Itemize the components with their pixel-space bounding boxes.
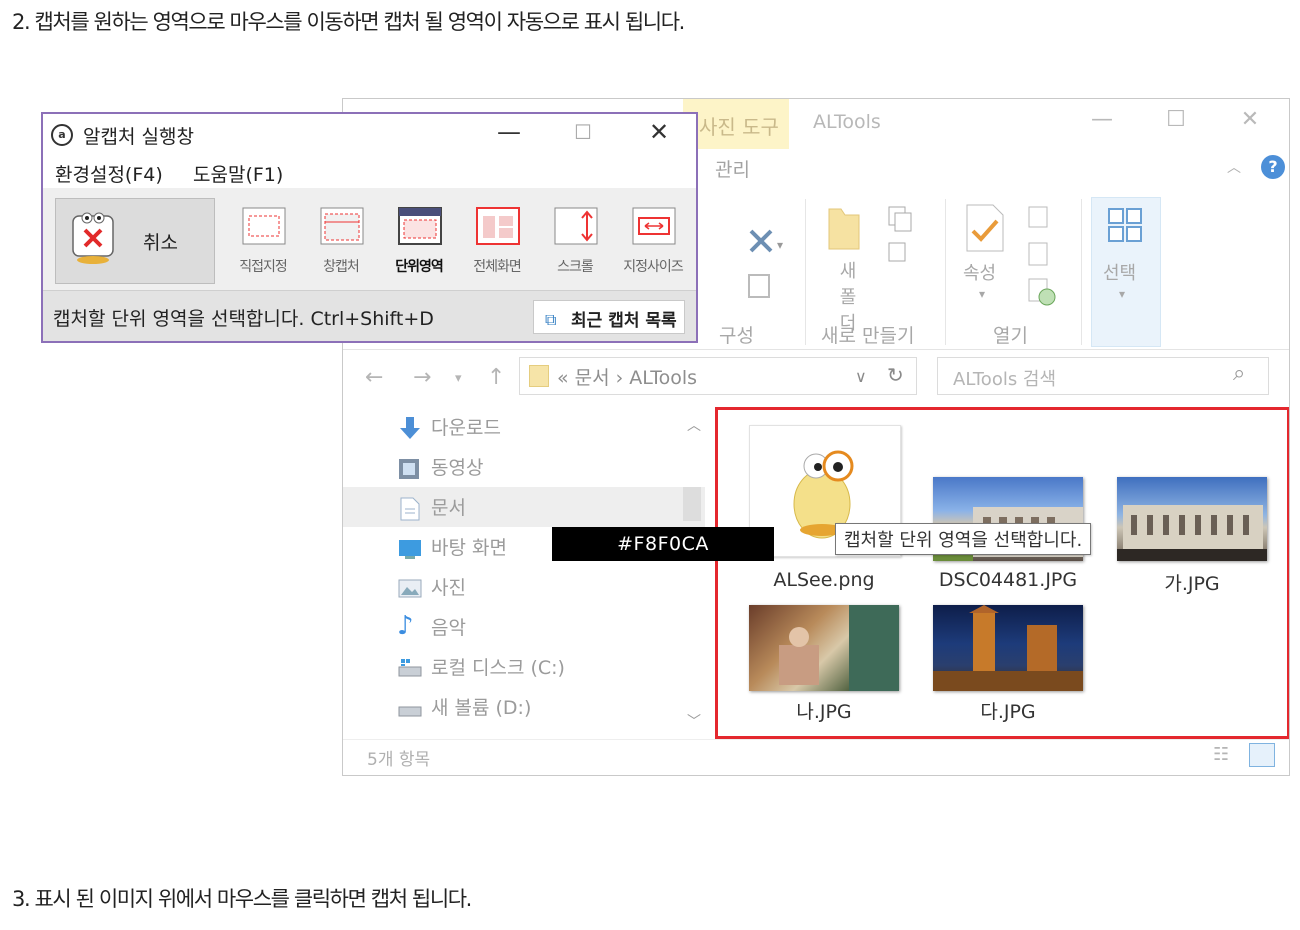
alcapture-status-text: 캡처할 단위 영역을 선택합니다. Ctrl+Shift+D xyxy=(53,308,434,330)
scroll-up-icon[interactable]: ︿ xyxy=(687,415,701,435)
volume-icon xyxy=(398,706,422,717)
nav-item-videos[interactable]: 동영상 xyxy=(431,453,483,480)
nav-item-downloads[interactable]: 다운로드 xyxy=(431,413,501,440)
mode-label-active: 단위영역 xyxy=(395,259,444,275)
ribbon-separator xyxy=(1081,199,1082,345)
select-icon[interactable] xyxy=(1107,207,1147,243)
new-folder-icon[interactable] xyxy=(823,205,863,251)
minimize-button[interactable]: — xyxy=(1087,107,1117,132)
mode-label: 창캡처 xyxy=(323,259,360,275)
forward-arrow-icon[interactable]: → xyxy=(413,365,431,390)
nav-item-local-disk[interactable]: 로컬 디스크 (C:) xyxy=(431,653,565,680)
local-disk-icon xyxy=(398,659,422,677)
recent-locations-icon[interactable]: ▾ xyxy=(455,371,462,386)
properties-dropdown-icon[interactable]: ▾ xyxy=(979,287,985,301)
maximize-button[interactable]: ☐ xyxy=(563,120,603,144)
mode-label: 스크롤 xyxy=(557,259,594,275)
search-icon[interactable]: ⌕ xyxy=(1233,361,1245,386)
help-icon[interactable]: ? xyxy=(1261,155,1285,179)
capture-tooltip: 캡처할 단위 영역을 선택합니다. xyxy=(835,523,1092,555)
ribbon-separator xyxy=(805,199,806,345)
folder-icon xyxy=(529,365,549,387)
nav-item-desktop[interactable]: 바탕 화면 xyxy=(431,533,507,560)
open-icons[interactable] xyxy=(1025,203,1061,311)
back-arrow-icon[interactable]: ← xyxy=(365,365,383,390)
scroll-capture-icon xyxy=(554,207,598,245)
mode-label: 전체화면 xyxy=(473,259,522,275)
new-item-icon[interactable] xyxy=(883,203,933,269)
pictures-icon xyxy=(398,579,422,598)
mode-full-screen[interactable]: 전체화면 xyxy=(461,204,533,284)
mode-unit-region[interactable]: 단위영역 xyxy=(383,204,455,284)
color-value-label: #F8F0CA xyxy=(552,527,774,561)
large-icons-view-icon[interactable] xyxy=(1249,743,1275,767)
video-icon xyxy=(399,459,419,479)
group-organize-label: 구성 xyxy=(719,325,754,347)
alcapture-title: 알캡처 실행창 xyxy=(83,126,194,148)
select-dropdown-icon[interactable]: ▾ xyxy=(1119,287,1125,301)
ribbon-separator xyxy=(945,199,946,345)
mode-label: 직접지정 xyxy=(239,259,288,275)
group-open-label: 열기 xyxy=(993,325,1028,347)
fixed-size-icon xyxy=(632,207,676,245)
mode-window-capture[interactable]: 창캡처 xyxy=(305,204,377,284)
svg-text:▾: ▾ xyxy=(777,238,783,252)
nav-item-new-volume[interactable]: 새 볼륨 (D:) xyxy=(431,693,531,720)
scroll-down-icon[interactable]: ﹀ xyxy=(687,711,701,731)
recent-captures-icon: ⧉ xyxy=(545,310,557,329)
maximize-button[interactable]: ☐ xyxy=(1161,107,1191,132)
mode-label: 지정사이즈 xyxy=(623,259,683,275)
ribbon-collapse-icon[interactable]: ︿ xyxy=(1227,157,1241,177)
delete-icon[interactable]: ▾ xyxy=(715,219,795,299)
direct-select-icon xyxy=(242,207,286,245)
item-count: 5개 항목 xyxy=(367,750,431,770)
close-button[interactable]: ✕ xyxy=(1235,107,1265,132)
breadcrumb[interactable]: « 문서 › ALTools xyxy=(557,363,697,390)
capture-region-highlight xyxy=(715,407,1289,739)
menu-settings[interactable]: 환경설정(F4) xyxy=(55,160,163,187)
download-icon xyxy=(400,417,420,439)
mode-scroll[interactable]: 스크롤 xyxy=(539,204,611,284)
manage-tab[interactable]: 관리 xyxy=(715,155,750,182)
window-capture-icon xyxy=(320,207,364,245)
window-title: ALTools xyxy=(813,111,881,133)
close-button[interactable]: ✕ xyxy=(639,118,679,146)
details-view-icon[interactable]: ☷ xyxy=(1213,744,1229,765)
status-bar xyxy=(343,739,1289,775)
properties-label[interactable]: 속성 xyxy=(963,259,996,285)
nav-item-documents[interactable]: 문서 xyxy=(431,493,466,520)
recent-captures-label: 최근 캡처 목록 xyxy=(571,311,677,331)
mode-direct-select[interactable]: 직접지정 xyxy=(227,204,299,284)
nav-scrollbar[interactable] xyxy=(681,405,705,745)
select-label[interactable]: 선택 xyxy=(1103,259,1136,285)
mode-fixed-size[interactable]: 지정사이즈 xyxy=(617,204,689,284)
up-arrow-icon[interactable]: ↑ xyxy=(487,365,505,390)
minimize-button[interactable]: — xyxy=(489,118,529,146)
scroll-thumb[interactable] xyxy=(683,487,701,521)
search-placeholder: ALTools 검색 xyxy=(953,369,1057,390)
music-icon: ♪ xyxy=(397,611,414,641)
unit-region-icon xyxy=(398,207,442,245)
desktop-icon xyxy=(399,540,421,559)
document-icon xyxy=(400,497,420,521)
nav-item-music[interactable]: 음악 xyxy=(431,613,466,640)
picture-tools-tab[interactable]: 사진 도구 xyxy=(699,111,779,140)
refresh-icon[interactable]: ↻ xyxy=(887,363,904,387)
address-dropdown-icon[interactable]: ∨ xyxy=(855,367,867,386)
step-2-instruction: 2. 캡처를 원하는 영역으로 마우스를 이동하면 캡처 될 영역이 자동으로 … xyxy=(12,10,685,34)
properties-icon[interactable] xyxy=(963,203,1007,253)
cancel-mascot-icon xyxy=(72,212,114,264)
cancel-label: 취소 xyxy=(143,232,178,254)
nav-item-pictures[interactable]: 사진 xyxy=(431,573,466,600)
group-new-label: 새로 만들기 xyxy=(821,325,915,347)
full-screen-icon xyxy=(476,207,520,245)
step-3-instruction: 3. 표시 된 이미지 위에서 마우스를 클릭하면 캡처 됩니다. xyxy=(12,887,472,911)
alcapture-logo-icon: a xyxy=(51,124,73,146)
menu-help[interactable]: 도움말(F1) xyxy=(193,160,283,187)
alcapture-window: a 알캡처 실행창 — ☐ ✕ 환경설정(F4) 도움말(F1) 취소 직접지정… xyxy=(41,112,698,343)
